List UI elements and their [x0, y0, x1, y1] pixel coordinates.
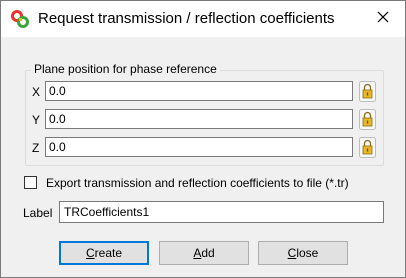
title-bar[interactable]: Request transmission / reflection coeffi…	[1, 1, 405, 37]
label-field-label: Label	[23, 206, 53, 220]
dialog-window: Request transmission / reflection coeffi…	[0, 0, 406, 278]
x-lock-icon[interactable]	[359, 81, 376, 102]
close-button[interactable]: Close	[258, 241, 348, 265]
export-checkbox-label[interactable]: Export transmission and reflection coeff…	[46, 176, 349, 190]
y-lock-icon[interactable]	[359, 109, 376, 130]
create-button-label: reate	[94, 246, 123, 260]
close-icon[interactable]	[375, 9, 391, 25]
create-button[interactable]: Create	[59, 241, 149, 265]
y-input[interactable]	[45, 109, 353, 129]
export-checkbox[interactable]	[24, 176, 37, 189]
z-input[interactable]	[45, 137, 353, 157]
z-lock-icon[interactable]	[359, 137, 376, 158]
close-button-label: lose	[296, 246, 319, 260]
label-input[interactable]	[59, 201, 384, 223]
add-button[interactable]: Add	[159, 241, 249, 265]
create-button-mnemonic: C	[85, 246, 95, 260]
app-icon	[11, 10, 29, 28]
phase-reference-group-title: Plane position for phase reference	[31, 62, 220, 76]
x-input[interactable]	[45, 81, 353, 101]
y-label: Y	[32, 113, 41, 127]
z-label: Z	[32, 141, 40, 155]
window-title: Request transmission / reflection coeffi…	[38, 10, 335, 27]
add-button-label: dd	[201, 246, 215, 260]
x-label: X	[32, 85, 41, 99]
